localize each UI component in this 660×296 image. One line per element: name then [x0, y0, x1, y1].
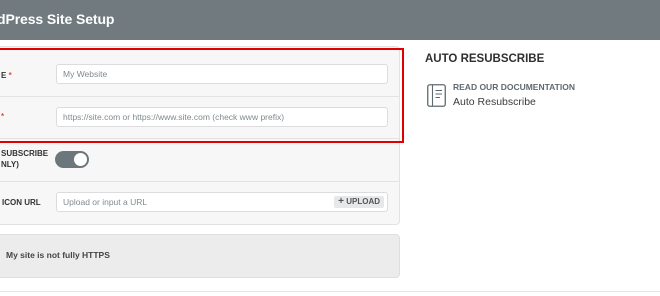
toggle-knob — [74, 153, 87, 166]
page-title: dPress Site Setup — [0, 11, 115, 27]
auto-resubscribe-toggle[interactable] — [55, 151, 89, 168]
notice-text: My site is not fully HTTPS — [6, 250, 110, 260]
divider — [0, 291, 660, 292]
plus-icon: + — [338, 196, 344, 207]
header-bar: dPress Site Setup — [0, 0, 660, 40]
icon-url-input[interactable]: Upload or input a URL + UPLOAD — [56, 192, 388, 212]
https-notice: My site is not fully HTTPS — [0, 234, 400, 278]
documentation-link[interactable]: READ OUR DOCUMENTATION — [453, 82, 575, 92]
document-icon — [427, 84, 446, 107]
auto-resubscribe-label: SUBSCRIBE NLY) — [1, 149, 49, 169]
sidebar-heading: AUTO RESUBSCRIBE — [425, 53, 545, 65]
icon-url-placeholder: Upload or input a URL — [63, 197, 148, 207]
highlight-box — [0, 48, 404, 143]
upload-label: UPLOAD — [346, 197, 380, 206]
upload-button[interactable]: + UPLOAD — [334, 196, 384, 208]
divider — [0, 181, 399, 182]
documentation-subtitle: Auto Resubscribe — [453, 96, 536, 108]
icon-url-label: ICON URL — [2, 198, 41, 207]
